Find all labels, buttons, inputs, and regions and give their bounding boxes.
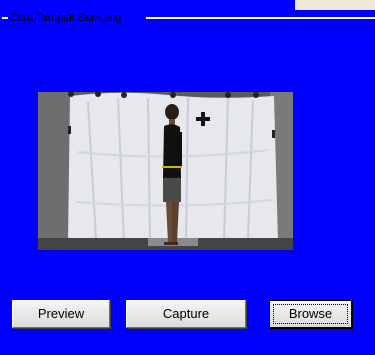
window-edge [295, 0, 375, 10]
app-window: Citra Tampak Samping Preview Capture Bro… [0, 0, 375, 355]
panel-title: Citra Tampak Samping [8, 10, 124, 26]
side-view-image [38, 92, 293, 250]
browse-button-label: Browse [288, 306, 333, 321]
side-view-panel: Citra Tampak Samping Preview Capture Bro… [0, 0, 375, 355]
photo-illustration [38, 92, 293, 250]
capture-button[interactable]: Capture [126, 300, 246, 328]
panel-border-right-segment [146, 17, 375, 19]
preview-button[interactable]: Preview [12, 300, 110, 328]
browse-button[interactable]: Browse [269, 300, 352, 328]
